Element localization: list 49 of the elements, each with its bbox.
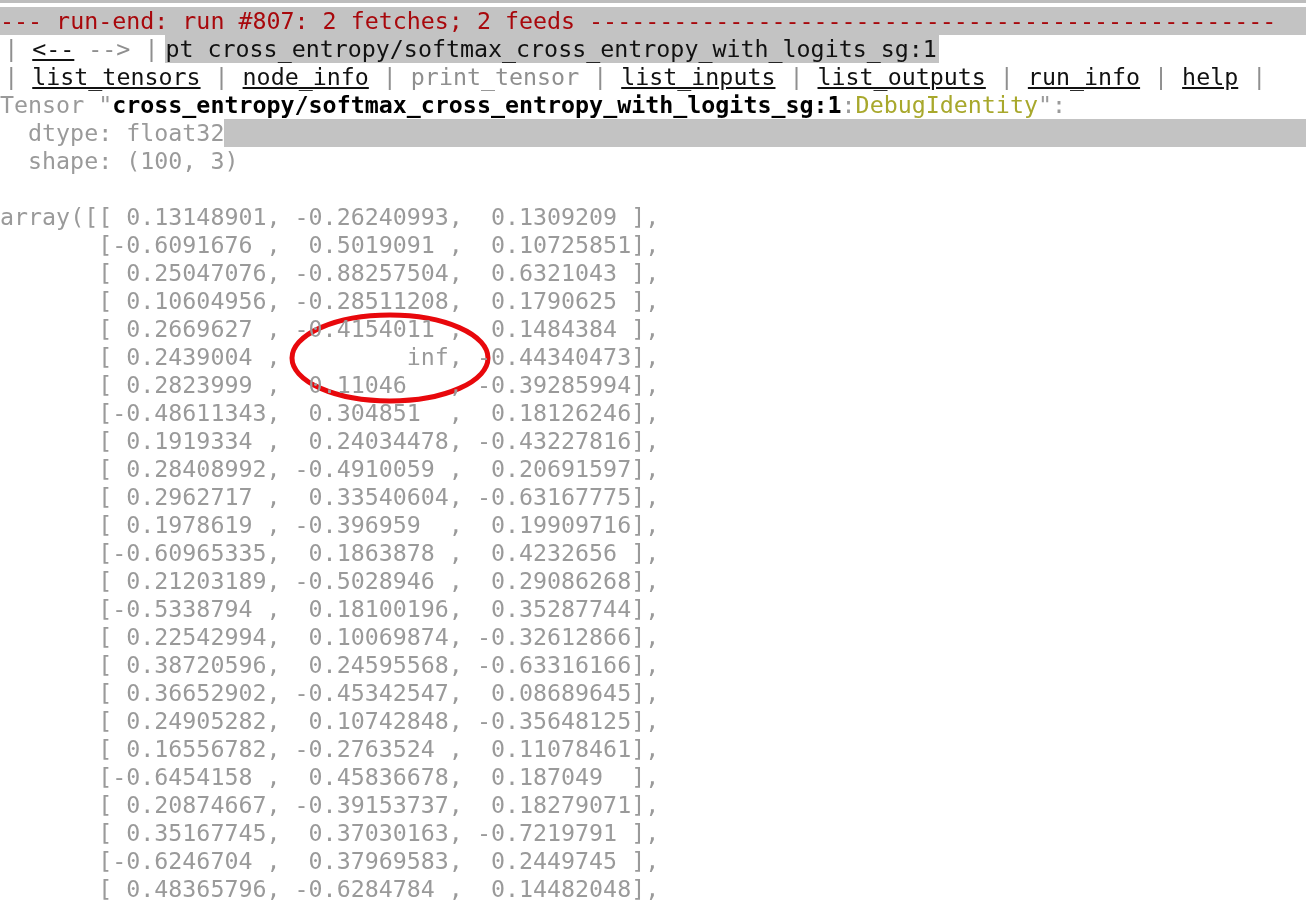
tensor-label: Tensor " — [0, 91, 113, 119]
tensor-name: cross_entropy/softmax_cross_entropy_with_logits_sg:1 — [112, 91, 842, 119]
menu-link[interactable]: list_outputs — [817, 63, 986, 91]
op-type: DebugIdentity — [855, 91, 1038, 119]
separator: | — [4, 63, 19, 91]
tensor-detail: dtype: float32 — [28, 119, 225, 147]
menu-link[interactable]: run_info — [1027, 63, 1141, 91]
menu-link[interactable]: help — [1182, 63, 1239, 91]
array-row: [ 0.16556782, -0.2763524 , 0.11078461], — [98, 735, 660, 763]
array-row: [ 0.20874667, -0.39153737, 0.18279071], — [98, 791, 660, 819]
menu-link[interactable]: list_tensors — [32, 63, 201, 91]
separator: | — [144, 35, 159, 63]
array-row: [ 0.38720596, 0.24595568, -0.63316166], — [98, 651, 660, 679]
array-row: [ 0.1919334 , 0.24034478, -0.43227816], — [98, 427, 660, 455]
array-row: [-0.6454158 , 0.45836678, 0.187049 ], — [98, 763, 660, 791]
back-link[interactable]: <-- — [32, 35, 75, 63]
array-row: [ 0.2962717 , 0.33540604, -0.63167775], — [98, 483, 660, 511]
separator: | — [1252, 63, 1267, 91]
colon-text: : — [841, 91, 856, 119]
array-row: [ 0.24905282, 0.10742848, -0.35648125], — [98, 707, 660, 735]
array-row: [ 0.25047076, -0.88257504, 0.6321043 ], — [98, 259, 660, 287]
command-text: pt cross_entropy/softmax_cross_entropy_with_logits_sg:1 — [165, 35, 939, 63]
run-end-message: --- run-end: run #807: 2 fetches; 2 feeds ------------------------------------------------- — [0, 7, 1277, 35]
array-row: [ 0.1978619 , -0.396959 , 0.19909716], — [98, 511, 660, 539]
array-row: [-0.60965335, 0.1863878 , 0.4232656 ], — [98, 539, 660, 567]
separator: | — [4, 35, 19, 63]
array-row: [-0.6091676 , 0.5019091 , 0.10725851], — [98, 231, 660, 259]
menu-link[interactable]: list_inputs — [621, 63, 776, 91]
separator: | — [789, 63, 804, 91]
separator: | — [214, 63, 229, 91]
separator: | — [593, 63, 608, 91]
array-row: [ 0.48365796, -0.6284784 , 0.14482048], — [98, 875, 660, 903]
array-row: [ 0.28408992, -0.4910059 , 0.20691597], — [98, 455, 660, 483]
quote-text: ": — [1037, 91, 1066, 119]
array-row: [-0.48611343, 0.304851 , 0.18126246], — [98, 399, 660, 427]
array-row: [ 0.21203189, -0.5028946 , 0.29086268], — [98, 567, 660, 595]
array-row: [ 0.22542994, 0.10069874, -0.32612866], — [98, 623, 660, 651]
array-row: [-0.6246704 , 0.37969583, 0.2449745 ], — [98, 847, 660, 875]
separator: | — [1154, 63, 1169, 91]
array-row: [ 0.35167745, 0.37030163, -0.7219791 ], — [98, 819, 660, 847]
separator: | — [999, 63, 1014, 91]
array-row: [ 0.36652902, -0.45342547, 0.08689645], — [98, 679, 660, 707]
array-row: [-0.5338794 , 0.18100196, 0.35287744], — [98, 595, 660, 623]
separator: | — [382, 63, 397, 91]
array-row: [ 0.10604956, -0.28511208, 0.1790625 ], — [98, 287, 660, 315]
array-row: [ 0.13148901, -0.26240993, 0.1309209 ], — [98, 203, 660, 231]
array-prefix: array([ — [0, 203, 99, 231]
menu-link[interactable]: node_info — [242, 63, 369, 91]
tensor-detail: shape: (100, 3) — [28, 147, 239, 175]
